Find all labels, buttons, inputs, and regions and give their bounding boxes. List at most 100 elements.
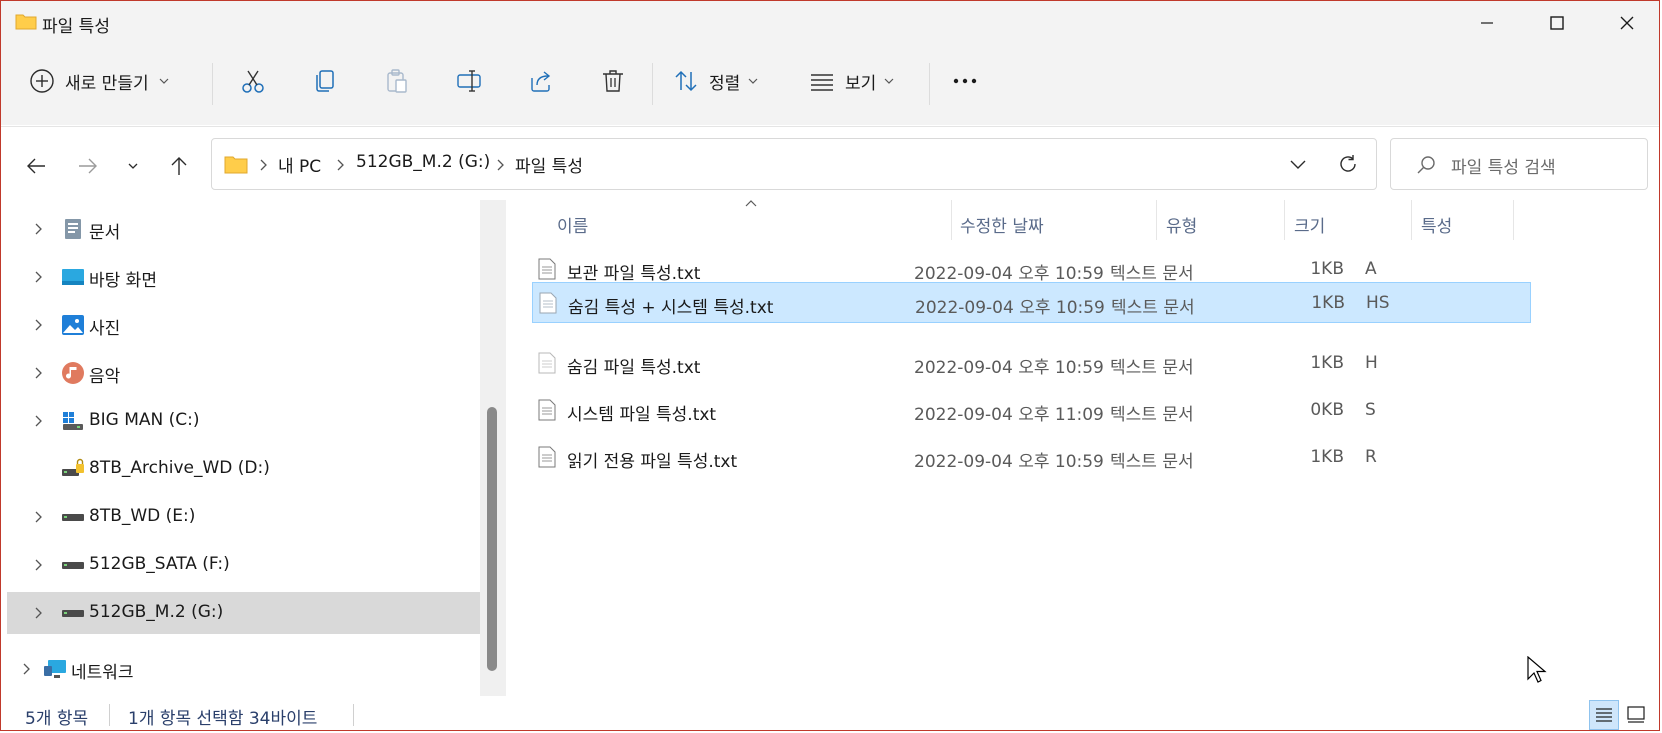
column-header-modified[interactable]: 수정한 날짜 (960, 212, 1044, 237)
column-divider[interactable] (951, 200, 952, 240)
text-file-icon (538, 258, 556, 280)
status-divider (353, 704, 354, 726)
chevron-right-icon[interactable] (33, 270, 45, 284)
delete-icon (603, 70, 623, 92)
sidebar-item-label: BIG MAN (C:) (89, 410, 200, 430)
file-size: 1KB (1310, 353, 1344, 373)
close-button[interactable] (1592, 1, 1659, 45)
rename-button[interactable] (449, 61, 489, 101)
file-size: 0KB (1310, 400, 1344, 420)
sidebar-item-drive-g[interactable]: 512GB_M.2 (G:) (7, 592, 480, 634)
column-header-attributes[interactable]: 특성 (1421, 212, 1452, 237)
tiles-view-button[interactable] (1621, 700, 1651, 730)
file-row[interactable]: 시스템 파일 특성.txt 2022-09-04 오후 11:09 텍스트 문서… (532, 390, 1531, 431)
chevron-right-icon[interactable] (21, 662, 33, 676)
file-attributes: R (1365, 447, 1377, 467)
share-icon (531, 71, 551, 92)
toolbar: 새로 만들기 정렬 보기 (1, 45, 1659, 125)
address-bar[interactable]: 내 PC 512GB_M.2 (G:) 파일 특성 (211, 138, 1377, 190)
status-bar: 5개 항목 1개 항목 선택함 34바이트 (1, 696, 1659, 730)
sidebar-item-label: 사진 (89, 319, 121, 339)
chevron-right-icon[interactable] (33, 222, 45, 236)
column-header-size[interactable]: 크기 (1294, 212, 1325, 237)
sort-icon (675, 70, 697, 92)
column-divider[interactable] (1411, 200, 1412, 240)
sidebar-item-documents[interactable]: 문서 (7, 208, 480, 250)
column-header-type[interactable]: 유형 (1166, 212, 1197, 237)
file-row[interactable]: 숨김 파일 특성.txt 2022-09-04 오후 10:59 텍스트 문서 … (532, 343, 1531, 384)
column-header-name[interactable]: 이름 (557, 212, 588, 237)
file-type: 텍스트 문서 (1111, 298, 1195, 318)
chevron-down-icon[interactable] (1288, 156, 1308, 174)
paste-button[interactable] (377, 61, 417, 101)
forward-button[interactable] (71, 149, 105, 183)
file-attributes: A (1365, 259, 1377, 279)
chevron-right-icon[interactable] (33, 366, 45, 380)
sort-button[interactable]: 정렬 (673, 61, 773, 101)
back-button[interactable] (19, 149, 53, 183)
chevron-right-icon[interactable] (33, 414, 45, 428)
file-row-selected[interactable]: 숨김 특성 + 시스템 특성.txt 2022-09-04 오후 10:59 텍… (532, 282, 1531, 323)
chevron-right-icon (337, 159, 344, 171)
file-size: 1KB (1310, 259, 1344, 279)
sidebar-item-drive-e[interactable]: 8TB_WD (E:) (7, 496, 480, 538)
title-bar: 파일 특성 (1, 1, 1659, 45)
arrow-right-icon (79, 158, 97, 174)
delete-button[interactable] (593, 61, 633, 101)
search-placeholder: 파일 특성 검색 (1451, 158, 1556, 178)
more-button[interactable] (945, 61, 985, 101)
chevron-right-icon[interactable] (33, 510, 45, 524)
column-divider[interactable] (1513, 200, 1514, 240)
minimize-button[interactable] (1452, 1, 1522, 45)
chevron-down-icon (159, 78, 169, 84)
cut-button[interactable] (233, 61, 273, 101)
status-divider (109, 704, 110, 726)
sidebar-item-drive-d[interactable]: 8TB_Archive_WD (D:) (7, 448, 480, 490)
add-circle-icon (30, 69, 54, 93)
file-explorer-window: 파일 특성 새로 만들기 정렬 보기 내 PC 512GB_M.2 (G:) 파… (0, 0, 1660, 731)
text-file-icon (538, 446, 556, 468)
up-button[interactable] (162, 149, 196, 183)
column-divider[interactable] (1284, 200, 1285, 240)
breadcrumb-folder[interactable]: 파일 특성 (515, 152, 583, 177)
sidebar-item-drive-f[interactable]: 512GB_SATA (F:) (7, 544, 480, 586)
copy-icon (316, 70, 334, 92)
recent-locations-button[interactable] (116, 149, 150, 183)
sidebar-item-music[interactable]: 음악 (7, 352, 480, 394)
sidebar-item-label: 512GB_SATA (F:) (89, 554, 230, 574)
drive-icon (62, 610, 84, 617)
sidebar-item-desktop[interactable]: 바탕 화면 (7, 256, 480, 298)
sidebar-item-label: 8TB_Archive_WD (D:) (89, 458, 270, 478)
file-modified: 2022-09-04 오후 10:59 (914, 264, 1104, 284)
search-box[interactable]: 파일 특성 검색 (1390, 138, 1648, 190)
chevron-right-icon[interactable] (33, 606, 45, 620)
breadcrumb-this-pc[interactable]: 내 PC (278, 152, 321, 177)
column-divider[interactable] (1156, 200, 1157, 240)
maximize-button[interactable] (1522, 1, 1592, 45)
file-name: 읽기 전용 파일 특성.txt (567, 452, 738, 472)
chevron-right-icon[interactable] (33, 558, 45, 572)
sidebar-item-pictures[interactable]: 사진 (7, 304, 480, 346)
sidebar-item-label: 8TB_WD (E:) (89, 506, 196, 526)
details-view-button[interactable] (1589, 700, 1619, 730)
view-list-icon (811, 74, 833, 91)
share-button[interactable] (521, 61, 561, 101)
tiles-view-icon (1627, 706, 1645, 723)
address-row: 내 PC 512GB_M.2 (G:) 파일 특성 파일 특성 검색 (1, 126, 1659, 201)
sidebar-scroll-thumb[interactable] (487, 407, 497, 671)
navigation-pane: 문서 바탕 화면 사진 음악 BIG MAN (C:) 8TB_Archive_… (1, 200, 508, 696)
sidebar-item-label: 음악 (89, 367, 121, 387)
sidebar-item-drive-c[interactable]: BIG MAN (C:) (7, 400, 480, 442)
chevron-right-icon[interactable] (33, 318, 45, 332)
file-modified: 2022-09-04 오후 10:59 (914, 452, 1104, 472)
new-button[interactable]: 새로 만들기 (29, 61, 194, 101)
file-modified: 2022-09-04 오후 10:59 (914, 358, 1104, 378)
copy-button[interactable] (305, 61, 345, 101)
selection-info: 1개 항목 선택함 34바이트 (128, 709, 318, 729)
sidebar-item-label: 바탕 화면 (89, 271, 157, 291)
breadcrumb-drive[interactable]: 512GB_M.2 (G:) (356, 152, 490, 172)
sidebar-item-network[interactable]: 네트워크 (1, 648, 468, 690)
refresh-icon[interactable] (1337, 153, 1359, 175)
view-button[interactable]: 보기 (809, 61, 909, 101)
file-row[interactable]: 읽기 전용 파일 특성.txt 2022-09-04 오후 10:59 텍스트 … (532, 437, 1531, 478)
